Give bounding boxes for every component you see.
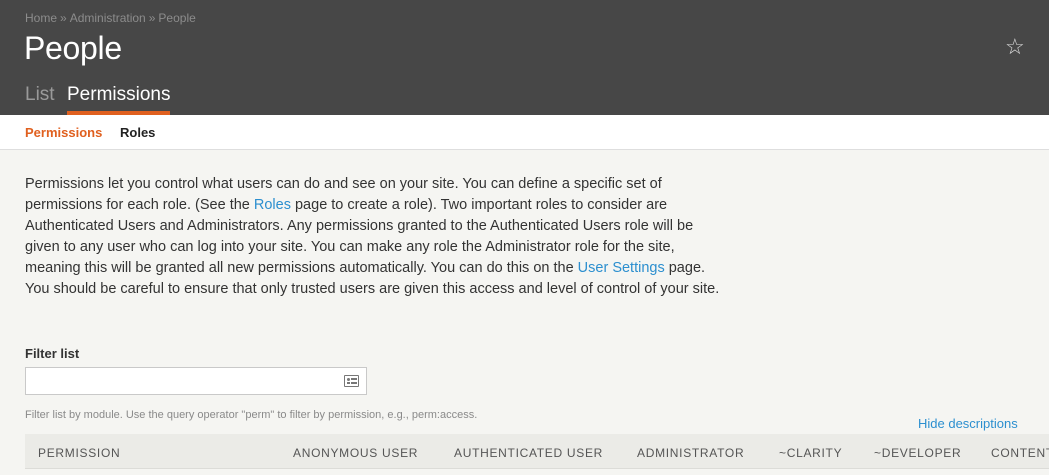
breadcrumb-separator: »: [148, 11, 156, 25]
hide-descriptions-link[interactable]: Hide descriptions: [918, 416, 1018, 431]
permissions-description: Permissions let you control what users c…: [25, 174, 725, 300]
filter-label: Filter list: [25, 346, 80, 361]
breadcrumb-separator: »: [60, 11, 67, 25]
breadcrumb: Home» Administration» People: [25, 11, 196, 25]
roles-link[interactable]: Roles: [254, 197, 291, 213]
column-header-developer: ~DEVELOPER: [874, 446, 962, 460]
secondary-tabs: Permissions Roles: [0, 115, 1049, 150]
filter-input[interactable]: [26, 368, 326, 394]
column-header-authenticated-user: AUTHENTICATED USER: [454, 446, 604, 460]
id-card-icon: [344, 375, 359, 387]
column-header-permission: PERMISSION: [38, 446, 121, 460]
star-icon[interactable]: ☆: [1005, 36, 1025, 58]
permissions-table-header: PERMISSION ANONYMOUS USER AUTHENTICATED …: [25, 434, 1049, 469]
page-title: People: [24, 30, 122, 66]
column-header-anonymous-user: ANONYMOUS USER: [293, 446, 419, 460]
breadcrumb-current-link[interactable]: People: [158, 11, 195, 25]
tab-permissions[interactable]: Permissions: [67, 84, 171, 115]
filter-field: [25, 367, 367, 395]
tab-list[interactable]: List: [25, 84, 55, 115]
page-header: Home» Administration» People People ☆ List…: [0, 0, 1049, 115]
filter-help-text: Filter list by module. Use the query ope…: [25, 409, 478, 421]
subtab-permissions[interactable]: Permissions: [25, 125, 102, 140]
column-header-administrator: ADMINISTRATOR: [637, 446, 745, 460]
breadcrumb-home-link[interactable]: Home: [25, 11, 57, 25]
tab-permissions-label: Permissions: [67, 84, 171, 105]
user-settings-link[interactable]: User Settings: [578, 260, 665, 276]
subtab-roles[interactable]: Roles: [120, 125, 155, 140]
column-header-content: CONTENT: [991, 446, 1049, 460]
breadcrumb-admin-link[interactable]: Administration: [70, 11, 146, 25]
column-header-clarity: ~CLARITY: [779, 446, 843, 460]
